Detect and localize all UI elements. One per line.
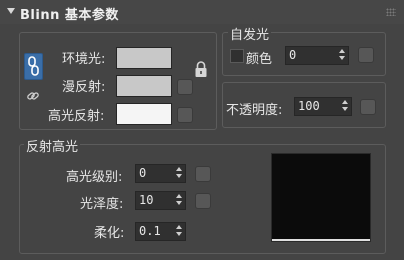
chain-link-icon bbox=[28, 56, 39, 76]
spinner-value: 0 bbox=[139, 166, 147, 180]
specular-highlights-title: 反射高光 bbox=[24, 136, 81, 155]
rollout-header[interactable]: Blinn 基本参数 bbox=[0, 0, 404, 24]
spinner-arrows-icon[interactable] bbox=[339, 49, 346, 62]
spinner-arrows-icon[interactable] bbox=[176, 167, 183, 180]
spinner-arrows-icon[interactable] bbox=[176, 194, 183, 207]
spinner-arrows-icon[interactable] bbox=[342, 100, 349, 113]
highlight-curve-preview bbox=[271, 153, 371, 242]
specular-map-button[interactable] bbox=[177, 107, 193, 123]
ambient-diffuse-lock-button[interactable] bbox=[24, 53, 43, 80]
specular-label: 高光反射: bbox=[48, 109, 105, 124]
opacity-map-button[interactable] bbox=[360, 99, 376, 115]
spinner-value: 100 bbox=[298, 99, 320, 113]
ambient-color-swatch[interactable] bbox=[116, 47, 172, 69]
diffuse-color-swatch[interactable] bbox=[116, 75, 172, 97]
glossiness-spinner[interactable]: 10 bbox=[135, 191, 186, 210]
self-illumination-color-checkbox[interactable] bbox=[230, 49, 244, 63]
diffuse-map-button[interactable] bbox=[177, 79, 193, 95]
self-illumination-title: 自发光 bbox=[228, 24, 272, 43]
soften-spinner[interactable]: 0.1 bbox=[135, 222, 186, 241]
chain-icon bbox=[27, 92, 39, 100]
triangle-down-icon[interactable] bbox=[7, 8, 15, 14]
spinner-value: 0.1 bbox=[139, 224, 161, 238]
soften-label: 柔化: bbox=[94, 226, 125, 241]
opacity-label: 不透明度: bbox=[226, 103, 283, 118]
opacity-spinner[interactable]: 100 bbox=[294, 97, 352, 116]
glossiness-label: 光泽度: bbox=[80, 197, 124, 212]
ambient-label: 环境光: bbox=[62, 52, 106, 67]
specular-color-swatch[interactable] bbox=[116, 103, 172, 125]
padlock-icon[interactable] bbox=[194, 60, 208, 78]
glossiness-map-button[interactable] bbox=[195, 193, 211, 209]
curve-baseline bbox=[272, 239, 370, 241]
self-illumination-map-button[interactable] bbox=[358, 47, 374, 63]
rollout-title: Blinn 基本参数 bbox=[20, 8, 119, 23]
spinner-value: 10 bbox=[139, 193, 154, 207]
specular-level-map-button[interactable] bbox=[195, 166, 211, 182]
specular-level-spinner[interactable]: 0 bbox=[135, 164, 186, 183]
self-illumination-color-label: 颜色 bbox=[246, 52, 273, 67]
self-illumination-spinner[interactable]: 0 bbox=[285, 46, 349, 65]
grip-dots-icon[interactable] bbox=[386, 8, 396, 16]
diffuse-label: 漫反射: bbox=[62, 80, 106, 95]
spinner-arrows-icon[interactable] bbox=[176, 225, 183, 238]
diffuse-specular-link-button[interactable] bbox=[26, 88, 40, 102]
spinner-value: 0 bbox=[289, 48, 297, 62]
specular-level-label: 高光级别: bbox=[66, 170, 123, 185]
